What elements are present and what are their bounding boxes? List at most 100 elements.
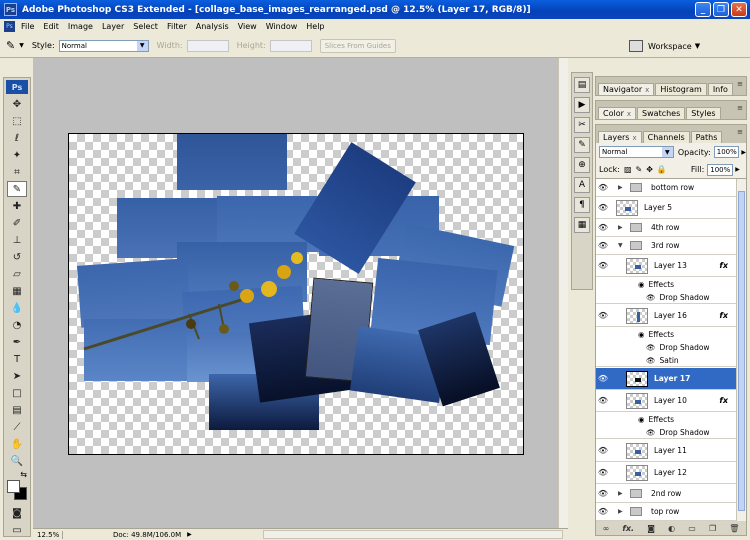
screen-mode-icon[interactable]: ▭	[7, 522, 27, 538]
tab-navigator[interactable]: Navigator x	[598, 83, 655, 95]
layer-effects-row[interactable]: ◉ Effects	[596, 278, 736, 290]
menu-filter[interactable]: Filter	[167, 22, 187, 31]
eye-icon[interactable]: 👁	[596, 446, 610, 455]
layer-row-4th-row[interactable]: 👁 ▶ 4th row	[596, 219, 736, 237]
adjustment-layer-icon[interactable]: ◐	[668, 524, 675, 533]
gradient-tool-icon[interactable]: ▦	[7, 283, 27, 299]
slice-select-tool-icon[interactable]: ✎	[6, 39, 15, 52]
paragraph-panel-icon[interactable]: ¶	[574, 197, 590, 213]
eye-icon[interactable]: 👁	[596, 489, 610, 498]
fill-field[interactable]: 100%	[707, 163, 734, 176]
close-tab-icon[interactable]: x	[627, 110, 631, 118]
link-layers-icon[interactable]: ∞	[603, 524, 610, 533]
effect-row-satin[interactable]: 👁 Satin	[596, 354, 736, 367]
clone-stamp-tool-icon[interactable]: ⊥	[7, 232, 27, 248]
expand-arrow-icon[interactable]: ▶	[618, 224, 626, 231]
tab-histogram[interactable]: Histogram	[655, 83, 707, 95]
eye-icon[interactable]: 👁	[596, 374, 610, 383]
eye-icon[interactable]: 👁	[646, 293, 656, 302]
collapse-arrow-icon[interactable]: ▼	[618, 242, 626, 249]
tab-styles[interactable]: Styles	[686, 107, 721, 119]
layer-row-layer-10[interactable]: 👁 Layer 10 fx	[596, 390, 736, 412]
expand-arrow-icon[interactable]: ▶	[618, 184, 626, 191]
minimize-icon[interactable]: _	[695, 2, 711, 17]
menu-select[interactable]: Select	[133, 22, 158, 31]
actions-panel-icon[interactable]: ▶	[574, 97, 590, 113]
character-panel-icon[interactable]: A	[574, 177, 590, 193]
hand-tool-icon[interactable]: ✋	[7, 436, 27, 452]
tab-info[interactable]: Info	[707, 83, 733, 95]
slice-tool-icon[interactable]: ✎	[7, 181, 27, 197]
eye-icon[interactable]: 👁	[596, 468, 610, 477]
menu-help[interactable]: Help	[306, 22, 324, 31]
layer-comps-panel-icon[interactable]: ▦	[574, 217, 590, 233]
layer-row-layer-5[interactable]: 👁 Layer 5	[596, 197, 736, 219]
brush-tool-icon[interactable]: ✐	[7, 215, 27, 231]
vertical-scrollbar[interactable]	[558, 58, 568, 528]
layer-row-bottom-row[interactable]: 👁 ▶ bottom row	[596, 179, 736, 197]
swap-colors-icon[interactable]: ⇆	[4, 470, 30, 480]
tool-preset-dropdown-icon[interactable]: ▼	[19, 42, 24, 49]
tool-presets-panel-icon[interactable]: ✂	[574, 117, 590, 133]
foreground-color-swatch[interactable]	[7, 480, 20, 493]
shape-tool-icon[interactable]: □	[7, 385, 27, 401]
close-tab-icon[interactable]: x	[645, 86, 649, 94]
menu-edit[interactable]: Edit	[43, 22, 59, 31]
status-menu-arrow-icon[interactable]: ▶	[187, 531, 192, 538]
menu-image[interactable]: Image	[68, 22, 93, 31]
path-selection-tool-icon[interactable]: ➤	[7, 368, 27, 384]
new-layer-icon[interactable]: ❐	[709, 524, 716, 533]
fill-arrow-icon[interactable]: ▶	[735, 166, 740, 173]
tab-paths[interactable]: Paths	[690, 131, 723, 143]
opacity-arrow-icon[interactable]: ▶	[741, 149, 746, 156]
add-style-icon[interactable]: fx.	[622, 524, 634, 533]
panel-menu-icon[interactable]: ≡	[737, 80, 743, 88]
close-icon[interactable]: ✕	[731, 2, 747, 17]
color-swatches[interactable]	[4, 480, 30, 504]
fx-icon[interactable]: fx	[719, 311, 728, 320]
lock-image-icon[interactable]: ✎	[636, 165, 643, 174]
dodge-tool-icon[interactable]: ◔	[7, 317, 27, 333]
layer-row-3rd-row[interactable]: 👁 ▼ 3rd row	[596, 237, 736, 255]
eyedropper-tool-icon[interactable]: ⟋	[7, 419, 27, 435]
marquee-tool-icon[interactable]: ⬚	[7, 113, 27, 129]
layer-row-layer-16[interactable]: 👁 Layer 16 fx	[596, 305, 736, 327]
effect-row-drop-shadow[interactable]: 👁 Drop Shadow	[596, 341, 736, 353]
eye-icon[interactable]: 👁	[646, 356, 656, 365]
tab-layers[interactable]: Layers x	[598, 131, 642, 143]
magic-wand-tool-icon[interactable]: ✦	[7, 147, 27, 163]
layer-row-layer-12[interactable]: 👁 Layer 12	[596, 462, 736, 484]
expand-arrow-icon[interactable]: ▶	[618, 490, 626, 497]
lock-position-icon[interactable]: ✥	[646, 165, 653, 174]
zoom-tool-icon[interactable]: 🔍	[7, 453, 27, 469]
layers-scrollbar[interactable]	[736, 179, 746, 521]
layer-row-layer-13[interactable]: 👁 Layer 13 fx	[596, 255, 736, 277]
notes-tool-icon[interactable]: ▤	[7, 402, 27, 418]
history-panel-icon[interactable]: ▤	[574, 77, 590, 93]
pen-tool-icon[interactable]: ✒	[7, 334, 27, 350]
eye-icon[interactable]: 👁	[596, 311, 610, 320]
layer-row-top-row[interactable]: 👁 ▶ top row	[596, 503, 736, 521]
crop-tool-icon[interactable]: ⌗	[7, 164, 27, 180]
eye-icon[interactable]: 👁	[596, 203, 610, 212]
width-field[interactable]	[186, 39, 229, 52]
scrollbar-thumb[interactable]	[738, 191, 745, 511]
style-select[interactable]: Normal ▼	[58, 39, 149, 52]
type-tool-icon[interactable]: T	[7, 351, 27, 367]
menu-window[interactable]: Window	[266, 22, 298, 31]
eye-icon[interactable]: 👁	[596, 261, 610, 270]
expand-arrow-icon[interactable]: ▶	[618, 508, 626, 515]
restore-icon[interactable]: ❐	[713, 2, 729, 17]
effect-row-drop-shadow[interactable]: 👁 Drop Shadow	[596, 426, 736, 439]
horizontal-scrollbar[interactable]	[263, 530, 563, 539]
effect-row-drop-shadow[interactable]: 👁 Drop Shadow	[596, 291, 736, 304]
lock-transparent-icon[interactable]: ▨	[624, 165, 632, 174]
lasso-tool-icon[interactable]: ℓ	[7, 130, 27, 146]
eye-icon[interactable]: 👁	[596, 183, 610, 192]
tab-swatches[interactable]: Swatches	[637, 107, 686, 119]
eye-icon[interactable]: 👁	[596, 396, 610, 405]
layer-row-layer-17[interactable]: 👁 Layer 17	[596, 368, 736, 390]
eye-icon[interactable]: 👁	[596, 241, 610, 250]
clone-source-panel-icon[interactable]: ⊕	[574, 157, 590, 173]
quick-mask-icon[interactable]: ◙	[7, 505, 27, 521]
